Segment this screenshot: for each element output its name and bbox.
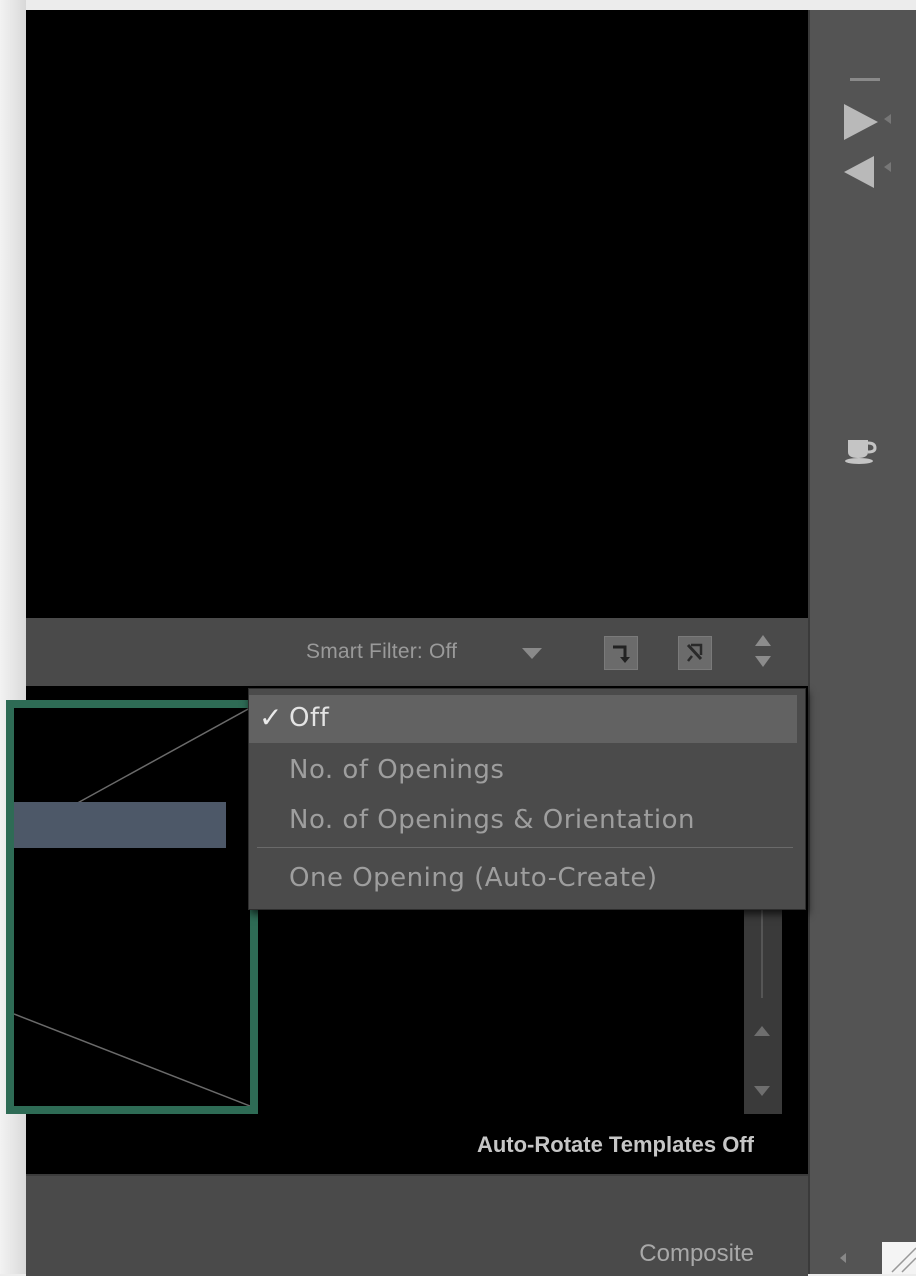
expand-arrow-icon — [884, 114, 891, 124]
menu-item-label: No. of Openings — [289, 755, 505, 785]
menu-item-label: Off — [289, 703, 330, 733]
menu-separator — [257, 847, 793, 848]
bottom-toolbar: Composite — [26, 1174, 808, 1276]
play-backward-icon[interactable] — [844, 156, 874, 188]
strip-divider — [850, 78, 880, 81]
template-thumbnail[interactable] — [6, 700, 258, 1114]
smart-filter-toolbar: Smart Filter: Off — [26, 618, 808, 686]
menu-item-no-of-openings[interactable]: No. of Openings — [249, 747, 797, 795]
menu-item-openings-orientation[interactable]: No. of Openings & Orientation — [249, 797, 797, 845]
smart-filter-menu: ✓ Off No. of Openings No. of Openings & … — [248, 688, 806, 910]
scroll-up-icon[interactable] — [754, 1026, 770, 1036]
rotate-template-button[interactable] — [604, 636, 638, 670]
menu-item-label: No. of Openings & Orientation — [289, 805, 696, 835]
stepper-up-icon[interactable] — [755, 635, 771, 646]
coffee-cup-icon[interactable] — [844, 436, 878, 466]
stepper-down-icon[interactable] — [755, 656, 771, 667]
smart-filter-label[interactable]: Smart Filter: Off — [306, 640, 457, 664]
menu-item-off[interactable]: ✓ Off — [249, 695, 797, 743]
scroll-down-icon[interactable] — [754, 1086, 770, 1096]
menu-item-one-opening[interactable]: One Opening (Auto-Create) — [249, 855, 797, 903]
resize-grip-icon — [891, 1247, 916, 1273]
tool-strip — [808, 10, 916, 1274]
rotate-arrow-icon — [613, 645, 630, 663]
template-crossline — [14, 708, 250, 1106]
resize-grip[interactable] — [882, 1242, 916, 1274]
app-window: Smart Filter: Off Auto-Rotate Templates … — [6, 10, 916, 1276]
flip-template-button[interactable] — [678, 636, 712, 670]
auto-rotate-label[interactable]: Auto-Rotate Templates Off — [477, 1132, 754, 1158]
selected-opening — [14, 802, 226, 848]
auto-rotate-status: Auto-Rotate Templates Off — [26, 1116, 808, 1174]
expand-arrow-icon — [884, 162, 891, 172]
size-stepper[interactable] — [752, 632, 774, 672]
flip-arrow-icon — [686, 643, 703, 662]
play-forward-icon[interactable] — [844, 104, 878, 140]
menu-item-label: One Opening (Auto-Create) — [289, 863, 658, 893]
collapse-arrow-icon[interactable] — [840, 1253, 846, 1263]
checkmark-icon: ✓ — [259, 701, 283, 734]
view-mode-label[interactable]: Composite — [639, 1240, 754, 1268]
chevron-down-icon[interactable] — [522, 648, 542, 659]
scrollbar[interactable] — [744, 886, 782, 1114]
